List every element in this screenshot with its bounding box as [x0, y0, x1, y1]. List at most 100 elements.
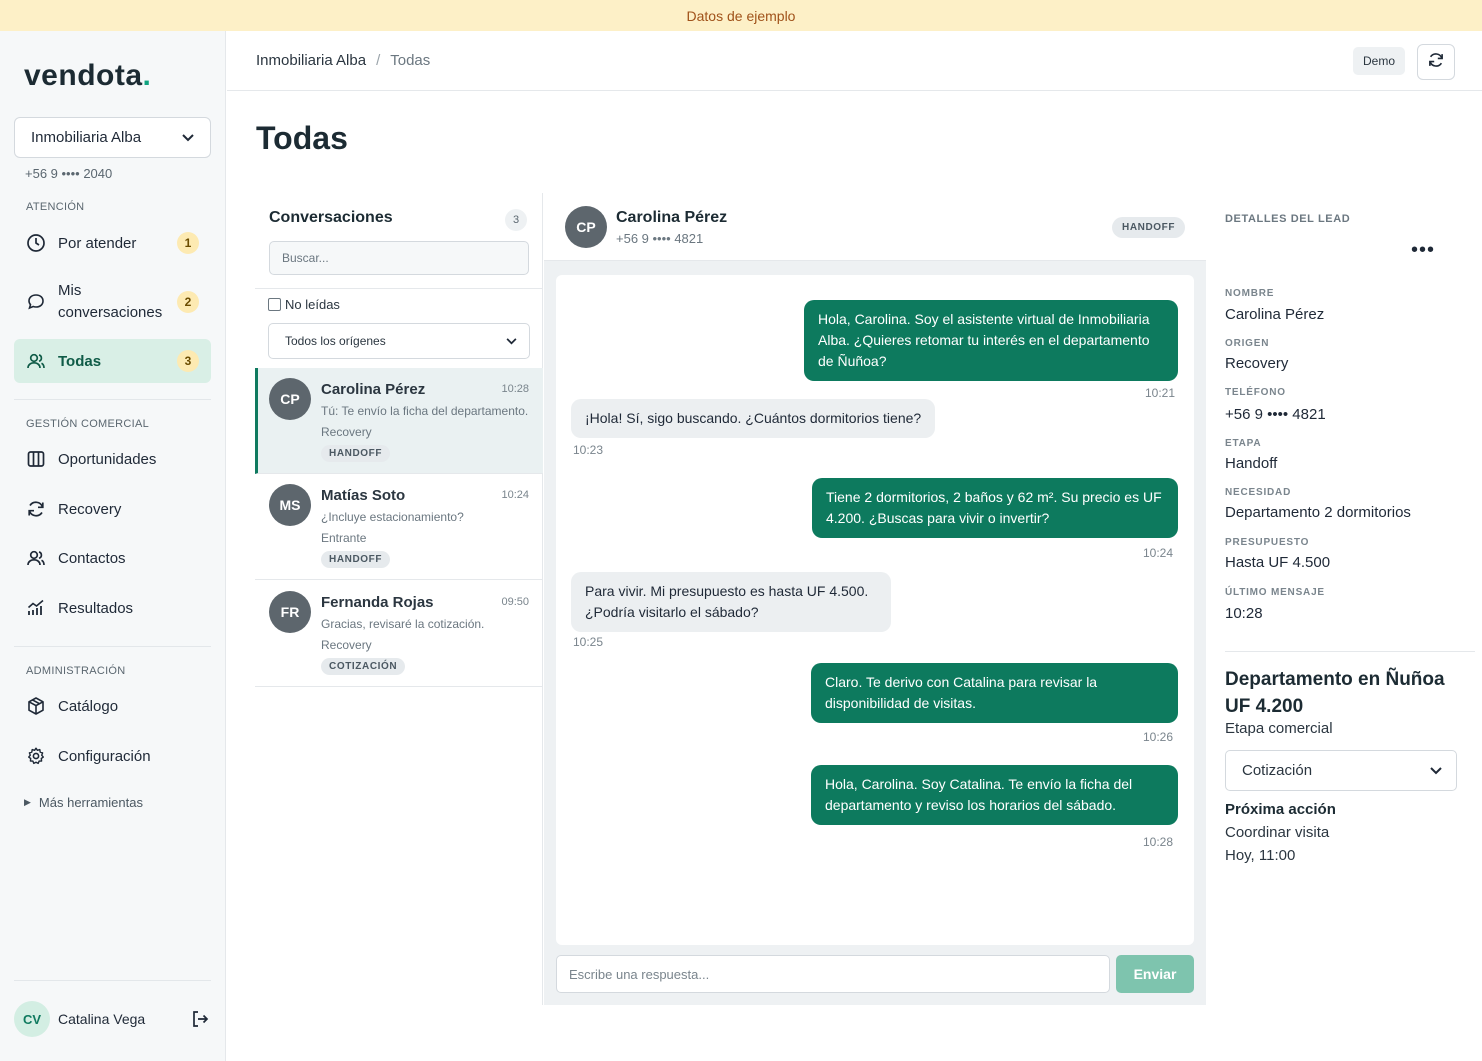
property-title: Departamento en Ñuñoa UF 4.200 [1225, 666, 1445, 720]
field-label-name: NOMBRE [1225, 288, 1275, 299]
avatar[interactable]: CV [14, 1001, 50, 1037]
nav-item-por-atender[interactable]: Por atender 1 [14, 221, 211, 265]
section-divider [14, 646, 211, 647]
conversation-name: Carolina Pérez [321, 381, 426, 398]
avatar: MS [269, 484, 311, 526]
breadcrumb-item-tenant[interactable]: Inmobiliaria Alba [256, 52, 366, 69]
bar-chart-trend-icon [26, 598, 46, 618]
field-label-origin: ORIGEN [1225, 338, 1270, 349]
origin-filter-select[interactable]: Todos los orígenes [268, 323, 530, 359]
field-value-last-message: 10:28 [1225, 605, 1263, 622]
message-time: 10:21 [1145, 386, 1176, 400]
status-badge: COTIZACIÓN [321, 658, 406, 675]
more-tools-toggle[interactable]: ▶ Más herramientas [24, 795, 143, 810]
conversation-preview: Tú: Te envío la ficha del departamento. [321, 404, 529, 418]
message-time: 10:25 [573, 635, 604, 649]
nav-item-catalogo[interactable]: Catálogo [14, 684, 211, 728]
message-time: 10:23 [573, 443, 604, 457]
conversation-list-panel: Conversaciones 3 Buscar... No leídas Tod… [255, 193, 543, 1005]
nav-label: Catálogo [58, 697, 119, 715]
conversation-origin: Recovery [321, 638, 372, 652]
refresh-icon [1427, 51, 1445, 74]
tenant-phone: +56 9 •••• 2040 [25, 166, 113, 181]
reply-placeholder: Escribe una respuesta... [569, 966, 710, 982]
chat-contact-name: Carolina Pérez [616, 209, 728, 226]
lead-details-title: DETALLES DEL LEAD [1225, 213, 1351, 225]
nav-item-oportunidades[interactable]: Oportunidades [14, 437, 211, 481]
section-label-attention: ATENCIÓN [26, 201, 85, 213]
users-icon [26, 351, 46, 371]
chevron-down-icon [182, 129, 194, 146]
nav-item-recovery[interactable]: Recovery [14, 487, 211, 531]
conversation-time: 10:28 [501, 383, 529, 395]
tenant-name: Inmobiliaria Alba [31, 129, 142, 146]
message-outgoing: Claro. Te derivo con Catalina para revis… [811, 663, 1178, 723]
unread-label: No leídas [285, 297, 340, 312]
conversation-origin: Recovery [321, 425, 372, 439]
nav-label-line1: Mis [58, 282, 82, 299]
search-placeholder: Buscar... [282, 251, 329, 265]
nav-label-line2: conversaciones [58, 304, 163, 321]
nav-item-resultados[interactable]: Resultados [14, 586, 211, 630]
top-bar: Inmobiliaria Alba / Todas Demo [227, 31, 1482, 91]
commercial-stage-label: Etapa comercial [1225, 720, 1333, 737]
conversation-item[interactable]: CP Carolina Pérez 10:28 Tú: Te envío la … [255, 368, 543, 474]
search-input[interactable]: Buscar... [269, 241, 529, 275]
refresh-button[interactable] [1417, 44, 1455, 80]
app-logo[interactable]: vendota. [24, 59, 151, 93]
conversation-time: 09:50 [501, 596, 529, 608]
chevron-down-icon [506, 334, 517, 348]
conversation-list-title: Conversaciones [269, 209, 393, 226]
nav-label: Recovery [58, 500, 122, 518]
nav-label: Configuración [58, 747, 151, 765]
origin-filter-value: Todos los orígenes [285, 334, 386, 348]
field-label-last-message: ÚLTIMO MENSAJE [1225, 587, 1325, 598]
more-tools-label: Más herramientas [38, 795, 143, 810]
conversation-item[interactable]: FR Fernanda Rojas 09:50 Gracias, revisar… [255, 581, 543, 687]
clock-icon [26, 233, 46, 253]
package-icon [26, 696, 46, 716]
logout-icon[interactable] [189, 1008, 211, 1030]
user-name: Catalina Vega [58, 1011, 146, 1027]
section-label-commercial: GESTIÓN COMERCIAL [26, 418, 150, 430]
field-value-name: Carolina Pérez [1225, 306, 1325, 323]
tenant-select[interactable]: Inmobiliaria Alba [14, 117, 211, 158]
field-label-need: NECESIDAD [1225, 487, 1292, 498]
commercial-stage-value: Cotización [1242, 762, 1313, 779]
count-badge: 1 [177, 232, 199, 254]
conversation-item[interactable]: MS Matías Soto 10:24 ¿Incluye estacionam… [255, 474, 543, 580]
nav-label: Por atender [58, 234, 137, 252]
conversation-time: 10:24 [501, 489, 529, 501]
nav-item-todas[interactable]: Todas 3 [14, 339, 211, 383]
reply-input[interactable]: Escribe una respuesta... [556, 955, 1110, 993]
message-thread[interactable]: Hola, Carolina. Soy el asistente virtual… [556, 275, 1194, 945]
chevron-down-icon [1430, 762, 1442, 779]
chat-panel: CP Carolina Pérez +56 9 •••• 4821 HANDOF… [544, 193, 1206, 1005]
demo-data-banner: Datos de ejemplo [0, 0, 1482, 31]
conversation-origin: Entrante [321, 531, 367, 545]
contacts-icon [26, 548, 46, 568]
send-button[interactable]: Enviar [1116, 955, 1194, 993]
nav-item-configuracion[interactable]: Configuración [14, 734, 211, 778]
unread-filter[interactable]: No leídas [268, 297, 340, 312]
more-options-icon[interactable]: ••• [1411, 240, 1435, 260]
section-divider [1225, 651, 1475, 652]
page-title: Todas [256, 120, 348, 156]
gear-icon [26, 746, 46, 766]
next-action-value: Coordinar visita [1225, 824, 1330, 841]
avatar: CP [269, 378, 311, 420]
field-value-need: Departamento 2 dormitorios [1225, 504, 1411, 521]
count-badge: 2 [177, 291, 199, 313]
message-outgoing: Tiene 2 dormitorios, 2 baños y 62 m². Su… [812, 478, 1178, 538]
unread-checkbox[interactable] [268, 298, 281, 311]
commercial-stage-select[interactable]: Cotización [1225, 750, 1457, 791]
next-action-time: Hoy, 11:00 [1225, 847, 1296, 864]
logo-dot: . [142, 59, 152, 92]
breadcrumb-item-current: Todas [390, 52, 431, 69]
field-label-stage: ETAPA [1225, 438, 1262, 449]
nav-item-contactos[interactable]: Contactos [14, 536, 211, 580]
nav-item-mis-conversaciones[interactable]: Mis conversaciones 2 [14, 278, 211, 326]
conversation-name: Matías Soto [321, 487, 406, 504]
conversation-count-badge: 3 [505, 209, 527, 231]
field-value-stage: Handoff [1225, 455, 1278, 472]
